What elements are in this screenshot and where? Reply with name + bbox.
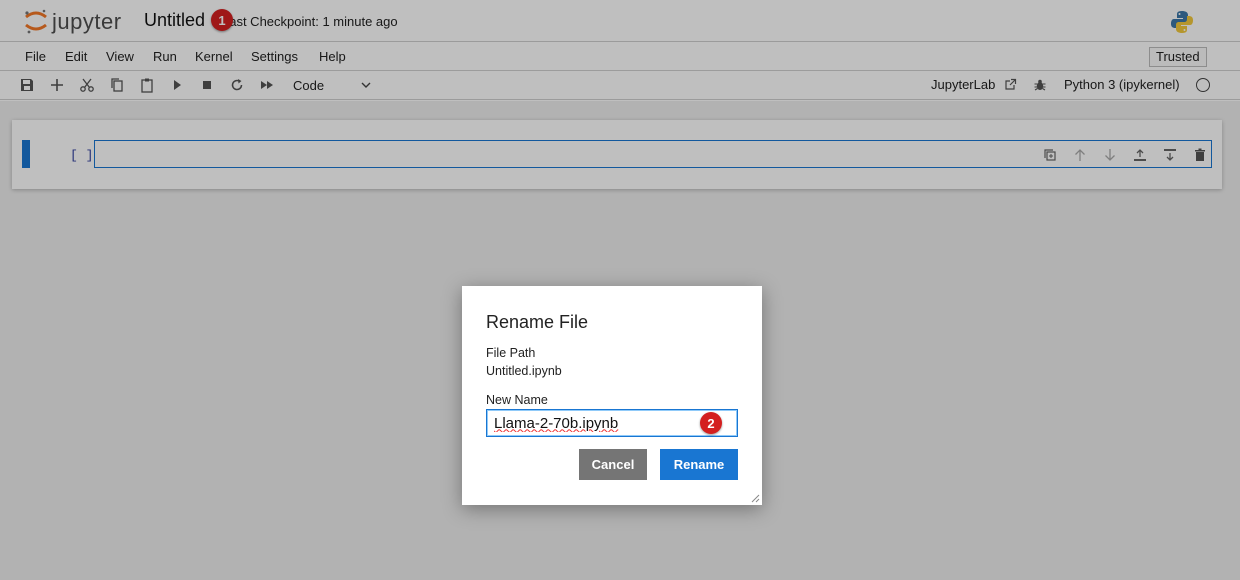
file-path-label: File Path [486, 346, 536, 360]
dialog-title: Rename File [486, 312, 589, 332]
resize-grip-icon[interactable] [751, 494, 760, 503]
step-badge-2: 2 [700, 412, 722, 434]
new-name-label: New Name [486, 393, 548, 407]
rename-button[interactable]: Rename [660, 449, 738, 480]
cancel-button[interactable]: Cancel [579, 449, 647, 480]
file-path-value: Untitled.ipynb [486, 364, 562, 378]
rename-file-dialog: Rename File File Path Untitled.ipynb New… [462, 286, 762, 505]
